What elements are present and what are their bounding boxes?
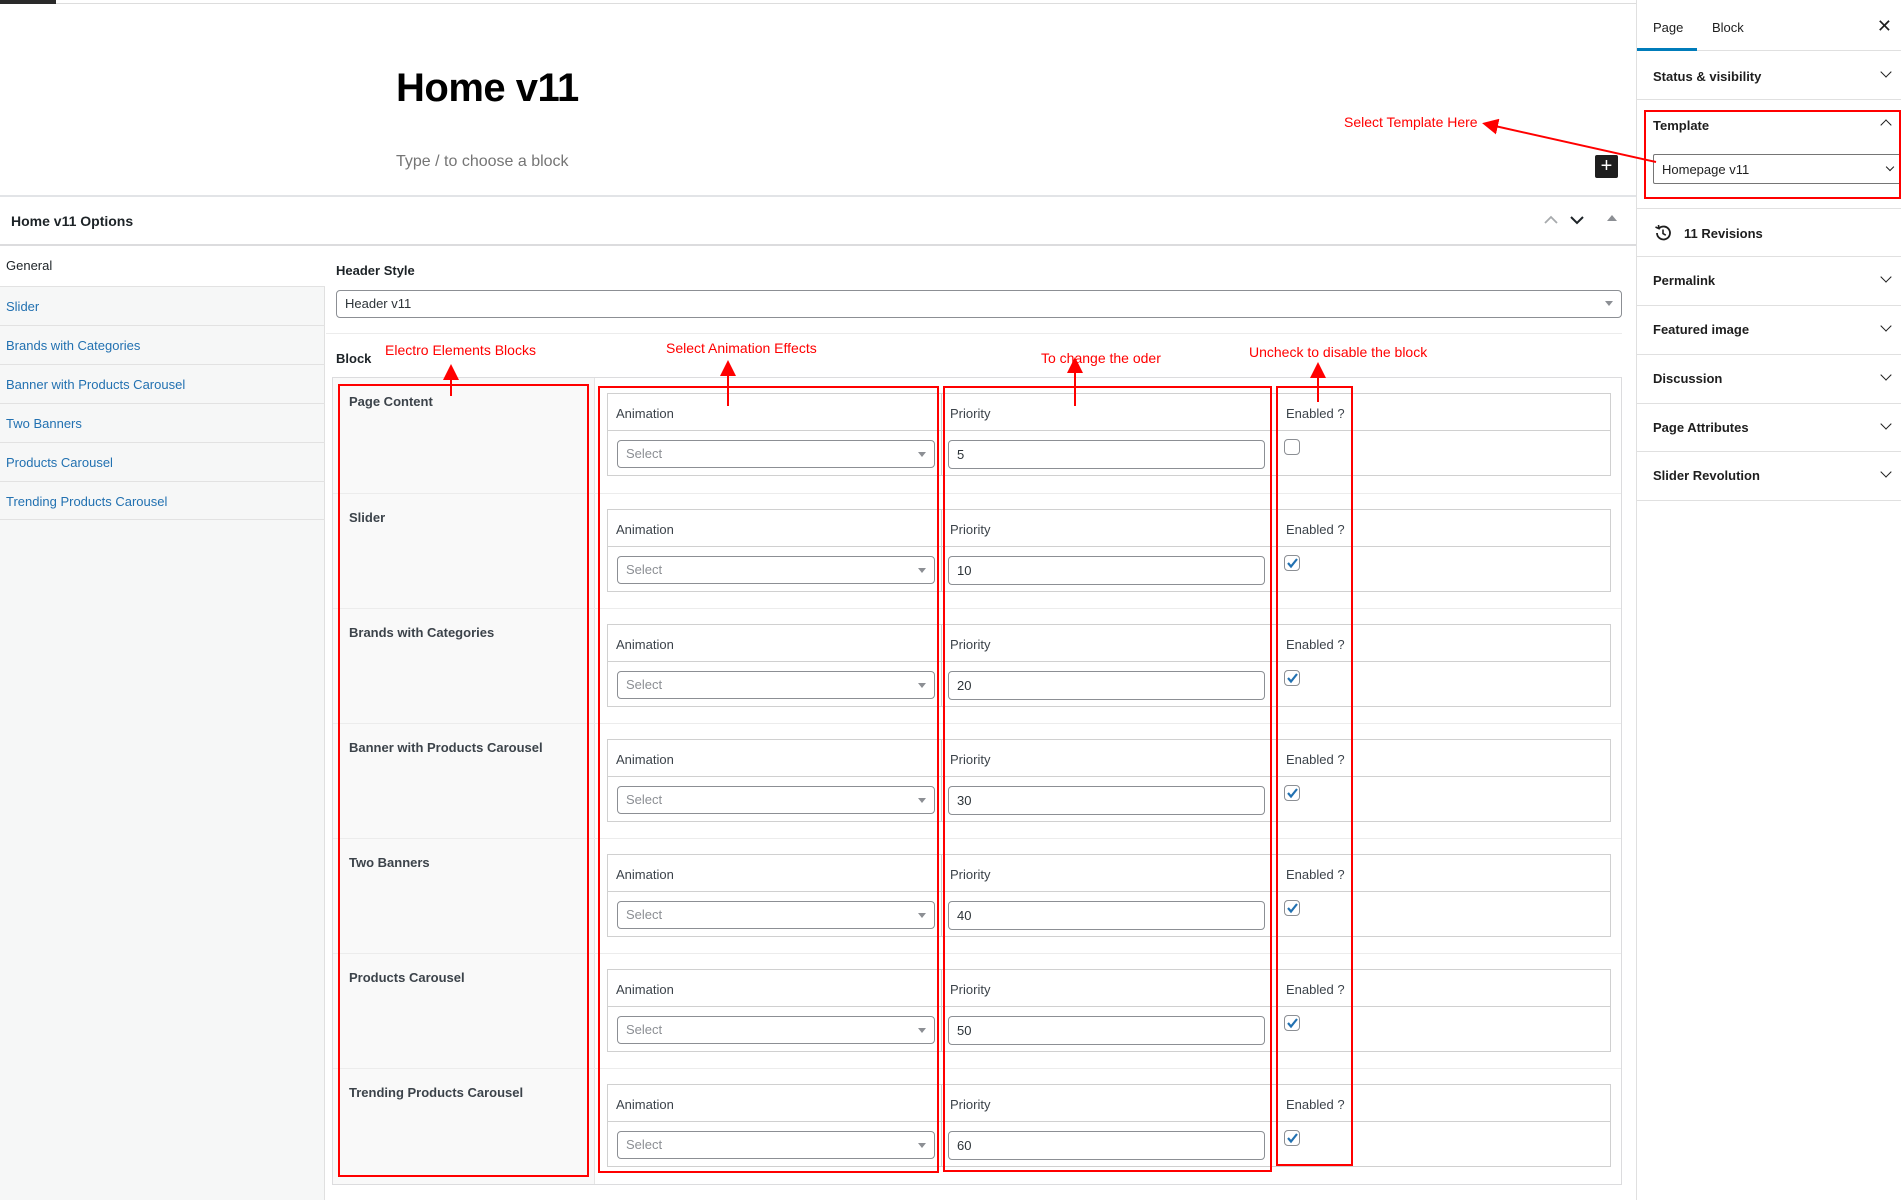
panel-title: Status & visibility	[1653, 69, 1762, 84]
metabox-title: Home v11 Options	[11, 213, 134, 229]
nav-item-trending-products-carousel[interactable]: Trending Products Carousel	[0, 481, 325, 520]
close-icon: ✕	[1876, 16, 1892, 36]
move-up-button[interactable]	[1540, 209, 1562, 231]
options-nav: General Slider Brands with Categories Ba…	[0, 248, 326, 1200]
chevron-down-icon	[1880, 66, 1892, 78]
nav-item-slider[interactable]: Slider	[0, 286, 325, 325]
panel-title: Slider Revolution	[1653, 468, 1760, 483]
revisions-icon	[1655, 224, 1671, 241]
annotation-disable-block: Uncheck to disable the block	[1249, 344, 1428, 360]
annotation-box-blocks	[338, 384, 589, 1177]
nav-item-products-carousel[interactable]: Products Carousel	[0, 442, 325, 481]
arrow-template	[1482, 118, 1657, 163]
panel-page-attributes[interactable]: Page Attributes	[1637, 404, 1901, 452]
metabox-header: Home v11 Options	[0, 197, 1636, 246]
header-style-label: Header Style	[336, 263, 415, 278]
chevron-down-icon	[1880, 271, 1892, 283]
annotation-select-template: Select Template Here	[1344, 114, 1478, 130]
chevron-down-icon	[1880, 369, 1892, 381]
panel-slider-revolution[interactable]: Slider Revolution	[1637, 452, 1901, 501]
annotation-box-priority	[943, 386, 1272, 1172]
chevron-down-icon	[1880, 320, 1892, 332]
annotation-change-order: To change the oder	[1041, 350, 1161, 366]
tab-block[interactable]: Block	[1712, 20, 1744, 35]
nav-item-general[interactable]: General	[0, 248, 326, 286]
block-label: Block	[336, 351, 372, 366]
panel-revisions[interactable]: 11 Revisions	[1637, 209, 1901, 257]
toggle-panel-button[interactable]	[1601, 209, 1623, 231]
panel-title: Featured image	[1653, 322, 1750, 337]
post-title[interactable]: Home v11	[396, 66, 579, 111]
section-divider	[326, 333, 1622, 334]
nav-item-brands-with-categories[interactable]: Brands with Categories	[0, 325, 325, 364]
panel-title: Permalink	[1653, 273, 1716, 288]
tab-page[interactable]: Page	[1653, 20, 1683, 35]
top-toolbar-edge	[0, 0, 1636, 4]
top-toolbar-indicator	[0, 0, 56, 4]
annotation-box-enabled	[1276, 386, 1353, 1166]
annotation-animation-effects: Select Animation Effects	[666, 340, 817, 356]
panel-featured-image[interactable]: Featured image	[1637, 306, 1901, 355]
nav-item-two-banners[interactable]: Two Banners	[0, 403, 325, 442]
annotation-box-template	[1644, 110, 1901, 199]
nav-item-banner-with-products-carousel[interactable]: Banner with Products Carousel	[0, 364, 325, 403]
panel-permalink[interactable]: Permalink	[1637, 257, 1901, 306]
panel-title: 11 Revisions	[1684, 226, 1763, 241]
panel-discussion[interactable]: Discussion	[1637, 355, 1901, 404]
sidebar-tabs: Page Block ✕	[1637, 0, 1901, 51]
triangle-up-icon	[1607, 215, 1617, 221]
panel-status-visibility[interactable]: Status & visibility	[1637, 51, 1901, 100]
dropdown-arrow-icon	[1605, 301, 1613, 306]
panel-title: Page Attributes	[1653, 420, 1749, 435]
block-placeholder[interactable]: Type / to choose a block	[396, 153, 569, 171]
header-style-select[interactable]: Header v11	[336, 290, 1622, 318]
close-sidebar-button[interactable]: ✕	[1877, 16, 1892, 37]
chevron-down-icon	[1880, 418, 1892, 430]
header-style-value: Header v11	[345, 296, 412, 311]
annotation-electro-blocks: Electro Elements Blocks	[385, 342, 536, 358]
plus-icon: +	[1600, 155, 1613, 177]
move-down-button[interactable]	[1566, 209, 1588, 231]
panel-title: Discussion	[1653, 371, 1723, 386]
chevron-down-icon	[1880, 466, 1892, 478]
block-inserter-button[interactable]: +	[1595, 155, 1618, 178]
chevron-down-icon	[1570, 216, 1584, 225]
chevron-up-icon	[1544, 215, 1558, 224]
annotation-box-animation	[598, 386, 939, 1173]
